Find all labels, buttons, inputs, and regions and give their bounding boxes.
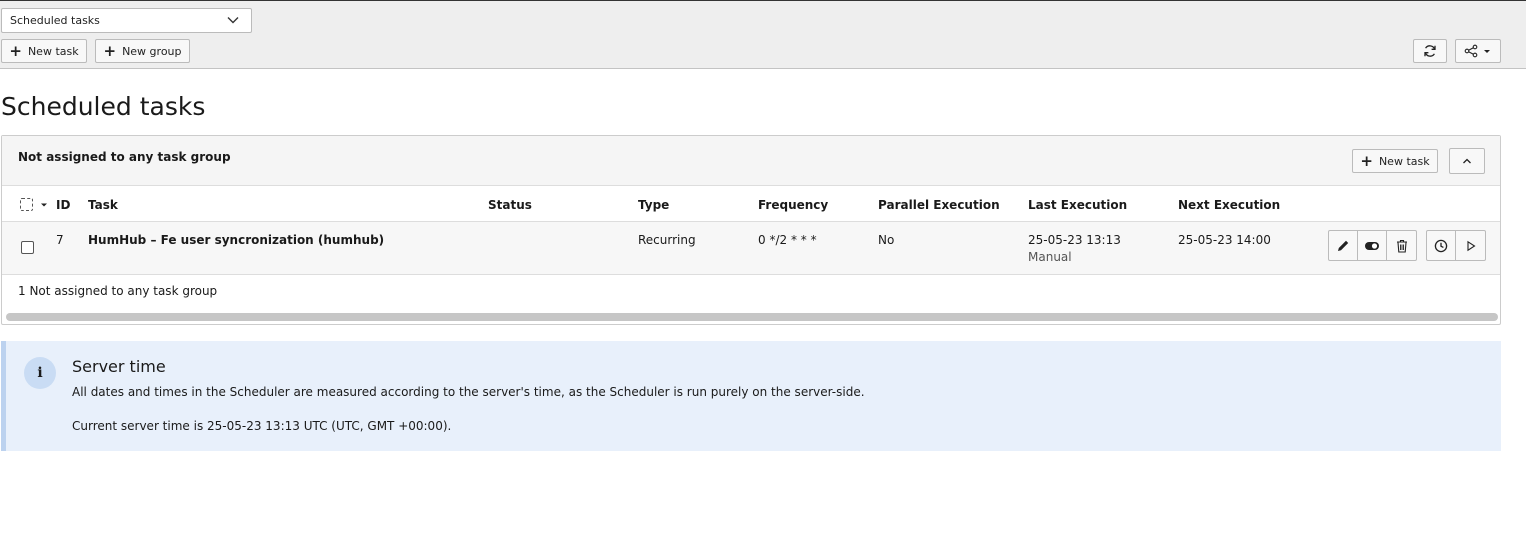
- new-task-button[interactable]: + New task: [1, 39, 87, 63]
- clock-icon: [1434, 239, 1448, 252]
- column-header-id: ID: [56, 198, 71, 212]
- panel-title: Not assigned to any task group: [18, 150, 231, 164]
- task-frequency: 0 */2 * * *: [758, 233, 817, 247]
- callout-text-dates: All dates and times in the Scheduler are…: [72, 385, 865, 399]
- table-footer: 1 Not assigned to any task group: [18, 284, 218, 298]
- row-execution-group: [1426, 230, 1486, 261]
- select-all-checkbox[interactable]: [20, 198, 33, 211]
- task-name[interactable]: HumHub – Fe user syncronization (humhub): [88, 233, 384, 247]
- column-header-parallel: Parallel Execution: [878, 198, 1000, 212]
- run-task-button[interactable]: [1456, 231, 1485, 260]
- plus-icon: +: [9, 41, 22, 60]
- page-title: Scheduled tasks: [1, 92, 206, 121]
- caret-down-icon[interactable]: [40, 201, 48, 209]
- column-header-task: Task: [88, 198, 118, 212]
- callout-text-current-time: Current server time is 25-05-23 13:13 UT…: [72, 419, 452, 433]
- toggle-task-button[interactable]: [1358, 231, 1387, 260]
- play-icon: [1466, 240, 1476, 251]
- new-group-label: New group: [122, 44, 182, 58]
- delete-task-button[interactable]: [1387, 231, 1416, 260]
- callout-title: Server time: [72, 357, 166, 376]
- panel-new-task-label: New task: [1378, 154, 1430, 168]
- schedule-task-button[interactable]: [1427, 231, 1456, 260]
- module-docheader: Scheduled tasks + New task + New group: [0, 0, 1526, 69]
- pencil-icon: [1338, 240, 1349, 251]
- edit-task-button[interactable]: [1329, 231, 1358, 260]
- new-group-button[interactable]: + New group: [95, 39, 190, 63]
- column-header-last-execution: Last Execution: [1028, 198, 1128, 212]
- task-last-execution: 25-05-23 13:13: [1028, 233, 1121, 247]
- caret-down-icon: [1484, 50, 1490, 53]
- task-type: Recurring: [638, 233, 696, 247]
- info-icon: i: [24, 357, 56, 389]
- module-menu-select-value: Scheduled tasks: [10, 14, 100, 27]
- chevron-up-icon: [1463, 158, 1471, 164]
- task-next-execution: 25-05-23 14:00: [1178, 233, 1271, 247]
- module-menu-select[interactable]: Scheduled tasks: [1, 8, 252, 33]
- column-header-next-execution: Next Execution: [1178, 198, 1281, 212]
- toggle-icon: [1365, 241, 1379, 250]
- column-header-type: Type: [638, 198, 670, 212]
- task-last-execution-type: Manual: [1028, 250, 1072, 264]
- refresh-icon: [1424, 45, 1436, 57]
- chevron-down-icon: [227, 17, 239, 24]
- column-header-status: Status: [488, 198, 532, 212]
- new-task-label: New task: [27, 44, 79, 58]
- column-header-frequency: Frequency: [758, 198, 829, 212]
- table-header: ID Task Status Type Frequency Parallel E…: [2, 186, 1500, 222]
- panel-new-task-button[interactable]: + New task: [1352, 149, 1438, 173]
- panel-header: Not assigned to any task group + New tas…: [2, 136, 1500, 186]
- server-time-callout: i Server time All dates and times in the…: [1, 341, 1501, 451]
- plus-icon: +: [1360, 151, 1373, 170]
- plus-icon: +: [103, 41, 117, 60]
- collapse-panel-button[interactable]: [1449, 148, 1485, 174]
- task-group-panel: Not assigned to any task group + New tas…: [1, 135, 1501, 325]
- trash-icon: [1396, 239, 1407, 253]
- table-row: 7 HumHub – Fe user syncronization (humhu…: [2, 222, 1500, 275]
- share-button[interactable]: [1455, 39, 1501, 63]
- share-icon: [1464, 44, 1478, 58]
- row-action-group: [1328, 230, 1417, 261]
- task-id: 7: [56, 233, 64, 247]
- task-parallel: No: [878, 233, 895, 247]
- horizontal-scrollbar[interactable]: [6, 313, 1498, 321]
- row-checkbox[interactable]: [21, 241, 34, 254]
- refresh-button[interactable]: [1413, 39, 1447, 63]
